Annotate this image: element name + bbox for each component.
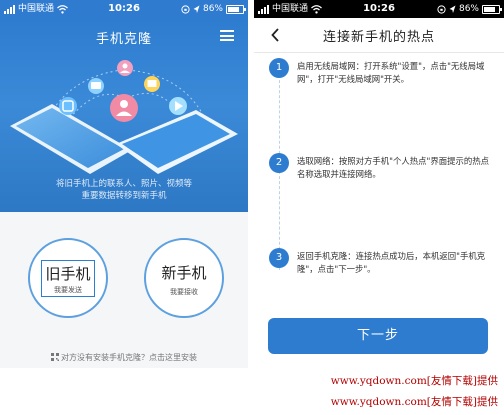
step-number: 3 [269,248,289,268]
watermark: www.yqdown.com[友情下载]提供 [330,396,498,408]
new-phone-graphic [116,110,238,174]
location-icon [449,5,456,13]
contact-bubble-icon [110,94,138,122]
new-phone-sublabel: 我要接收 [170,288,198,296]
photo-bubble-icon [144,76,160,92]
step-text: 启用无线局域网：打开系统"设置"，点击"无线局域网"，打开"无线局域网"开关。 [297,61,485,84]
install-hint-text: 对方没有安装手机克隆？点击这里安装 [61,353,197,362]
old-phone-button[interactable]: 旧手机 我要发送 [28,238,108,318]
person-bubble-icon [117,60,133,76]
role-selection: 旧手机 我要发送 新手机 我要接收 对方没有安装手机克隆？点击这里安装 [0,212,248,368]
phone-transfer-illustration [10,60,238,174]
nav-bar: 连接新手机的热点 [254,18,504,53]
old-phone-sublabel: 我要发送 [53,286,82,294]
qr-code-icon [51,353,59,361]
install-hint-link[interactable]: 对方没有安装手机克隆？点击这里安装 [0,352,248,363]
phone-clone-home-screen: 中国联通 10:26 86% 手机克隆 将旧手机上的联系人、照片、视频等 重要数… [0,0,248,368]
step-number: 2 [269,153,289,173]
rotation-lock-icon [181,4,190,14]
watermark: www.yqdown.com[友情下载]提供 [330,375,498,387]
page-title: 连接新手机的热点 [322,30,435,45]
next-step-button[interactable]: 下一步 [268,318,488,354]
video-bubble-icon [169,97,187,115]
new-phone-label: 新手机 [161,264,207,282]
step-text: 选取网络：按照对方手机"个人热点"界面提示的热点名称选取并连接网络。 [297,156,489,179]
old-phone-highlight: 旧手机 我要发送 [41,260,95,297]
location-icon [193,5,200,13]
message-bubble-icon [88,78,104,94]
old-phone-label: 旧手机 [45,265,91,283]
header-banner: 手机克隆 将旧手机上的联系人、照片、视频等 重要数据转移到新手机 [0,18,248,212]
step-number: 1 [269,58,289,78]
status-bar: 中国联通 10:26 86% [254,0,504,18]
rotation-lock-icon [437,4,446,14]
battery-icon [482,4,502,14]
status-bar: 中国联通 10:26 86% [0,0,248,18]
app-bubble-icon [59,97,77,115]
battery-percent: 86% [202,4,223,14]
battery-icon [226,4,246,14]
transfer-caption: 将旧手机上的联系人、照片、视频等 重要数据转移到新手机 [55,179,192,201]
new-phone-button[interactable]: 新手机 我要接收 [144,238,224,318]
battery-percent: 86% [458,4,479,14]
connect-hotspot-screen: 中国联通 10:26 86% 连接新手机的热点 1 启用无线局域网：打开系统"设… [254,0,504,368]
step-text: 返回手机克隆：连接热点成功后，本机返回"手机克隆"，点击"下一步"。 [297,251,486,274]
